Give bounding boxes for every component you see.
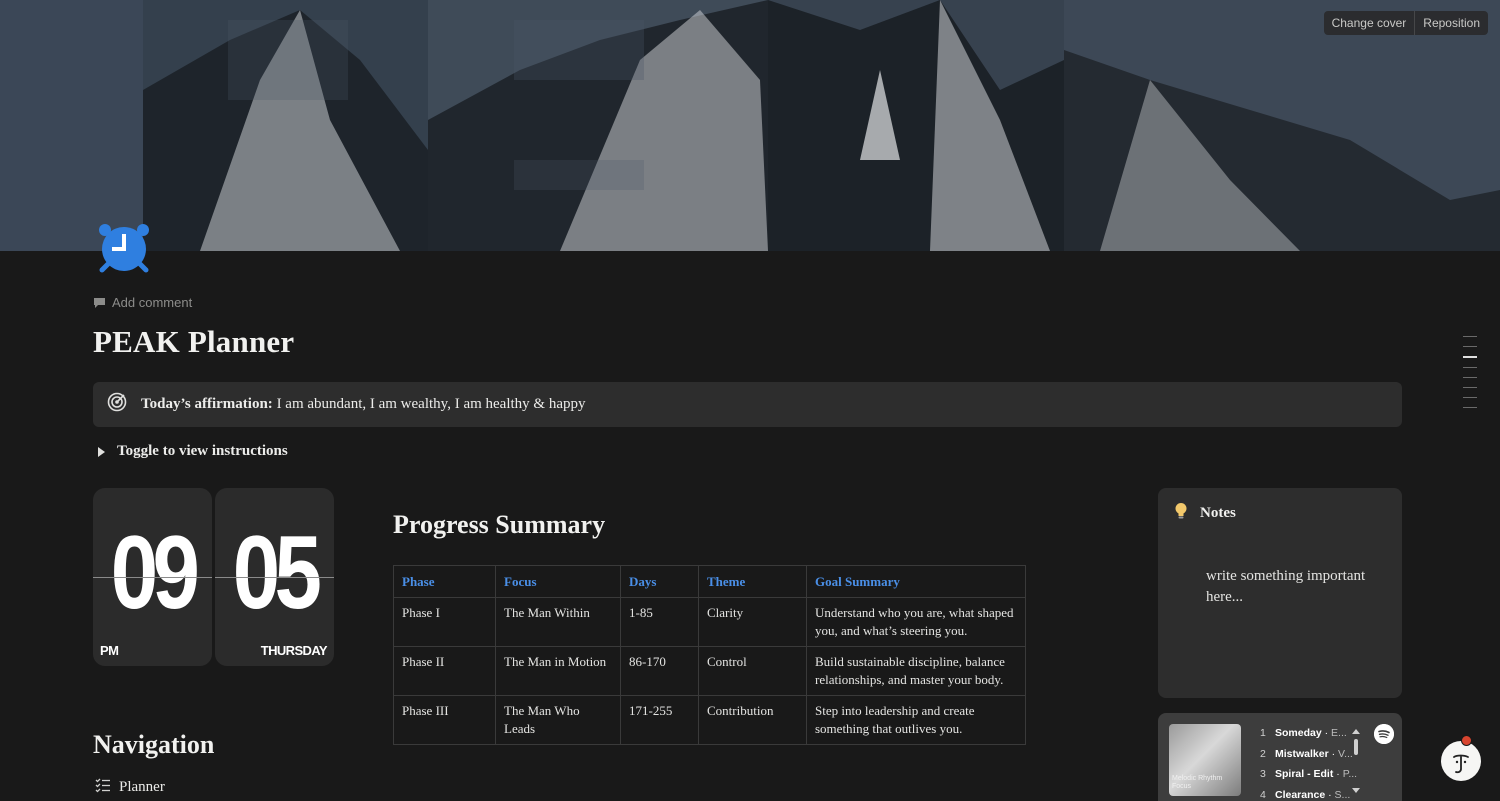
instructions-toggle[interactable]: Toggle to view instructions [98, 443, 288, 460]
lightbulb-icon [1174, 502, 1188, 525]
track-artist: V... [1338, 748, 1353, 760]
page-title[interactable]: PEAK Planner [93, 324, 294, 360]
track-item[interactable]: 2 Mistwalker · V... [1260, 748, 1353, 760]
progress-summary-heading: Progress Summary [393, 510, 606, 539]
notification-badge [1461, 735, 1472, 746]
nav-item-planner[interactable]: Planner [95, 777, 165, 798]
table-cell[interactable]: The Man Within [495, 597, 621, 647]
comment-icon [93, 297, 106, 309]
affirmation-callout: Today’s affirmation: I am abundant, I am… [93, 382, 1402, 427]
outline-marker[interactable] [1463, 346, 1477, 347]
table-cell[interactable]: 86-170 [620, 646, 699, 696]
affirmation-text: Today’s affirmation: I am abundant, I am… [141, 396, 586, 413]
clock-weekday: THURSDAY [260, 643, 328, 658]
outline-marker-active[interactable] [1463, 356, 1477, 358]
outline-marker[interactable] [1463, 397, 1477, 398]
column-header[interactable]: Phase [393, 565, 496, 598]
clock-meridiem: PM [100, 643, 119, 658]
track-number: 3 [1260, 768, 1266, 780]
flip-clock-widget: 09 PM 05 THURSDAY [93, 488, 334, 666]
column-header[interactable]: Days [620, 565, 699, 598]
track-item[interactable]: 4 Clearance · S... [1260, 789, 1350, 801]
table-cell[interactable]: 1-85 [620, 597, 699, 647]
notes-title: Notes [1200, 505, 1236, 521]
add-comment-button[interactable]: Add comment [93, 295, 192, 310]
triangle-right-icon[interactable] [98, 446, 105, 457]
column-header[interactable]: Goal Summary [806, 565, 1026, 598]
table-of-contents-outline[interactable] [1463, 336, 1478, 417]
clock-hour: 09 [110, 515, 200, 631]
spotify-embed[interactable]: Melodic Rhythm Focus 1 Someday · E... 2 … [1158, 713, 1402, 801]
assistant-face-icon [1453, 754, 1469, 774]
track-artist: E... [1331, 727, 1347, 739]
track-title: Someday [1275, 727, 1322, 739]
table-cell[interactable]: Phase II [393, 646, 496, 696]
track-item[interactable]: 3 Spiral - Edit · P... [1260, 768, 1357, 780]
table-cell[interactable]: The Man Who Leads [495, 695, 621, 745]
track-number: 1 [1260, 727, 1266, 739]
alarm-clock-icon[interactable] [96, 222, 152, 278]
track-number: 4 [1260, 789, 1266, 801]
clock-minute-card: 05 THURSDAY [215, 488, 334, 666]
checklist-icon [95, 777, 111, 798]
track-title: Clearance [1275, 789, 1326, 801]
add-comment-label: Add comment [112, 295, 193, 310]
table-cell[interactable]: Build sustainable discipline, balance re… [806, 646, 1026, 696]
column-header[interactable]: Theme [698, 565, 807, 598]
nav-item-label: Planner [119, 779, 165, 795]
playlist-cover-caption: Melodic Rhythm Focus [1172, 775, 1223, 790]
spotify-logo-icon[interactable] [1374, 724, 1394, 744]
reposition-button[interactable]: Reposition [1414, 11, 1488, 35]
table-cell[interactable]: Control [698, 646, 807, 696]
table-cell[interactable]: Contribution [698, 695, 807, 745]
playlist-cover-art[interactable]: Melodic Rhythm Focus [1169, 724, 1241, 796]
track-number: 2 [1260, 748, 1266, 760]
notes-header: Notes [1174, 502, 1236, 525]
track-title: Mistwalker [1275, 748, 1329, 760]
table-cell[interactable]: Step into leadership and create somethin… [806, 695, 1026, 745]
table-row: Phase I The Man Within 1-85 Clarity Unde… [393, 597, 1026, 647]
table-cell[interactable]: 171-255 [620, 695, 699, 745]
cover-actions: Change cover Reposition [1323, 11, 1488, 35]
progress-table: Phase Focus Days Theme Goal Summary Phas… [393, 565, 1026, 745]
table-row: Phase III The Man Who Leads 171-255 Cont… [393, 695, 1026, 745]
column-header[interactable]: Focus [495, 565, 621, 598]
affirmation-body: I am abundant, I am wealthy, I am health… [276, 396, 586, 412]
table-cell[interactable]: Phase I [393, 597, 496, 647]
track-title: Spiral - Edit [1275, 768, 1334, 780]
clock-hour-card: 09 PM [93, 488, 212, 666]
outline-marker[interactable] [1463, 367, 1477, 368]
table-cell[interactable]: Understand who you are, what shaped you,… [806, 597, 1026, 647]
flip-divider [215, 577, 334, 578]
outline-marker[interactable] [1463, 336, 1477, 337]
cover-image: Change cover Reposition [0, 0, 1500, 251]
toggle-label: Toggle to view instructions [117, 443, 288, 459]
table-header-row: Phase Focus Days Theme Goal Summary [393, 565, 1026, 598]
outline-marker[interactable] [1463, 407, 1477, 408]
table-cell[interactable]: Clarity [698, 597, 807, 647]
affirmation-label: Today’s affirmation: [141, 396, 273, 412]
change-cover-button[interactable]: Change cover [1324, 11, 1415, 35]
track-list-scrollbar[interactable] [1352, 729, 1360, 793]
outline-marker[interactable] [1463, 377, 1477, 378]
flip-divider [93, 577, 212, 578]
navigation-heading: Navigation [93, 730, 215, 759]
track-item[interactable]: 1 Someday · E... [1260, 727, 1347, 739]
target-icon [107, 392, 127, 417]
clock-minute: 05 [232, 515, 322, 631]
table-row: Phase II The Man in Motion 86-170 Contro… [393, 646, 1026, 696]
table-cell[interactable]: Phase III [393, 695, 496, 745]
help-assistant-button[interactable] [1441, 741, 1481, 781]
table-cell[interactable]: The Man in Motion [495, 646, 621, 696]
mountain-cover-art [0, 0, 1500, 251]
track-artist: S... [1334, 789, 1351, 801]
notes-body[interactable]: write something important here... [1206, 566, 1386, 608]
notes-callout: Notes write something important here... [1158, 488, 1402, 698]
outline-marker[interactable] [1463, 387, 1477, 388]
